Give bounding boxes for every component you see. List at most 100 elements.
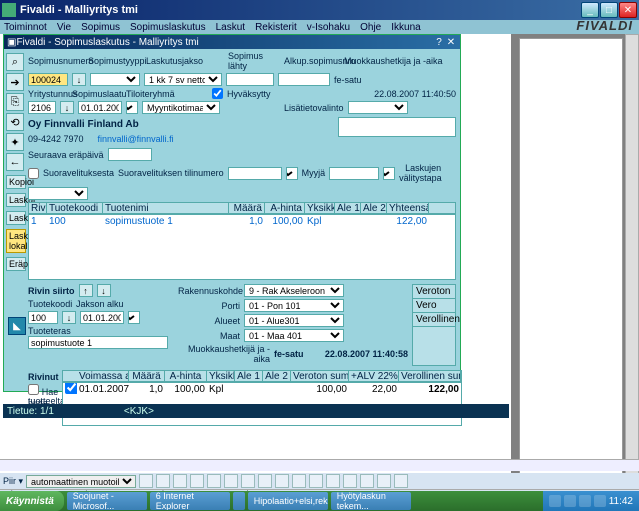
- tax-option[interactable]: Vero: [413, 299, 455, 313]
- memo-textarea[interactable]: [338, 117, 456, 137]
- column-header[interactable]: A-hinta: [265, 203, 305, 214]
- sidebar-tab[interactable]: Eräpvk: [6, 257, 26, 271]
- taskbar-button[interactable]: Hyötylaskun tekem...: [331, 492, 411, 510]
- column-header[interactable]: Veroton summa: [291, 371, 349, 382]
- tray-icon[interactable]: [564, 495, 576, 507]
- contract-sent-input[interactable]: [226, 73, 274, 86]
- font-color-button[interactable]: [309, 474, 323, 488]
- sidebar-tab[interactable]: Kopioi: [6, 175, 26, 189]
- nav-triangle-icon[interactable]: ◣: [8, 317, 26, 335]
- row-checkbox[interactable]: [65, 382, 77, 394]
- column-header[interactable]: Tuotenimi: [103, 203, 229, 214]
- next-due-input[interactable]: [108, 148, 152, 161]
- table-row[interactable]: 1100sopimustuote 11,0100,00Kpl122,00: [29, 215, 455, 227]
- sidebar-tab[interactable]: Laskut: [6, 211, 26, 225]
- period-start-input[interactable]: [80, 311, 124, 324]
- column-header[interactable]: Yhteensä: [387, 203, 429, 214]
- taskbar-button[interactable]: Soojunet - Microsof...: [67, 492, 147, 510]
- line-style-button[interactable]: [326, 474, 340, 488]
- column-header[interactable]: Määrä: [129, 371, 165, 382]
- menu-item[interactable]: Sopimuslaskutus: [130, 22, 206, 33]
- subwindow-close-button[interactable]: ✕: [445, 37, 457, 48]
- contract-number-lookup-button[interactable]: ↓: [72, 73, 86, 86]
- toolbar-icon[interactable]: ✦: [6, 133, 24, 151]
- toolbar-icon[interactable]: ⌕: [6, 53, 24, 71]
- tax-option[interactable]: Veroton: [413, 285, 455, 299]
- column-header[interactable]: Verollinen summa: [399, 371, 461, 382]
- extra-info-select[interactable]: [348, 101, 408, 114]
- product-text-input[interactable]: [28, 336, 168, 349]
- tray-icon[interactable]: [594, 495, 606, 507]
- countries-select[interactable]: 01 - Maa 401: [244, 329, 344, 342]
- taskbar-button[interactable]: 6 Internet Explorer: [150, 492, 230, 510]
- menu-item[interactable]: Ikkuna: [391, 22, 420, 33]
- column-header[interactable]: Voimassa alk.: [77, 371, 129, 382]
- column-header[interactable]: Ale 2: [361, 203, 387, 214]
- contract-kind-select[interactable]: [126, 101, 138, 114]
- column-header[interactable]: Ale 2: [263, 371, 291, 382]
- threed-button[interactable]: [394, 474, 408, 488]
- autoshape-button[interactable]: [139, 474, 153, 488]
- tax-option[interactable]: Verollinen: [413, 313, 455, 327]
- table-row[interactable]: 01.01.20071,0100,00Kpl100,0022,00122,00: [63, 383, 461, 395]
- taskbar-button[interactable]: [233, 492, 245, 510]
- shadow-button[interactable]: [377, 474, 391, 488]
- contract-type-select[interactable]: [90, 73, 140, 86]
- close-button[interactable]: ✕: [619, 2, 637, 18]
- direct-debit-checkbox[interactable]: [28, 168, 39, 179]
- tray-icon[interactable]: [579, 495, 591, 507]
- fetch-price-checkbox[interactable]: [28, 384, 39, 395]
- toolbar-icon[interactable]: ➔: [6, 73, 24, 91]
- column-header[interactable]: Tuotekoodi: [47, 203, 103, 214]
- oval-tool-button[interactable]: [207, 474, 221, 488]
- menu-item[interactable]: Vie: [57, 22, 71, 33]
- portal-select[interactable]: 01 - Pon 101: [244, 299, 344, 312]
- contract-number-input[interactable]: [28, 73, 68, 86]
- product-code-lookup-button[interactable]: ↓: [62, 311, 76, 324]
- taskbar-button[interactable]: Hipolaatio+elsi,rek...: [248, 492, 328, 510]
- toolbar-icon[interactable]: ←: [6, 153, 24, 171]
- menu-item[interactable]: Toiminnot: [4, 22, 47, 33]
- contract-date-input[interactable]: [78, 101, 122, 114]
- line-color-button[interactable]: [292, 474, 306, 488]
- column-header[interactable]: Yksikkö: [207, 371, 235, 382]
- invoice-delivery-select[interactable]: [28, 187, 88, 200]
- company-id-input[interactable]: [28, 101, 56, 114]
- textbox-tool-button[interactable]: [224, 474, 238, 488]
- row-down-button[interactable]: ↓: [97, 284, 111, 297]
- sidebar-tab[interactable]: Laskujen lokalu: [6, 229, 26, 253]
- period-start-select[interactable]: [128, 311, 140, 324]
- maximize-button[interactable]: □: [600, 2, 618, 18]
- fill-color-button[interactable]: [275, 474, 289, 488]
- column-header[interactable]: A-hinta: [165, 371, 207, 382]
- toolbar-icon[interactable]: ⟲: [6, 113, 24, 131]
- style-combo[interactable]: automaattinen muotoil: [26, 475, 136, 488]
- vertical-scrollbar[interactable]: [625, 34, 639, 479]
- tray-icon[interactable]: [549, 495, 561, 507]
- wordart-button[interactable]: [241, 474, 255, 488]
- start-button[interactable]: Käynnistä: [0, 491, 64, 511]
- product-code-input[interactable]: [28, 311, 58, 324]
- areas-select[interactable]: 01 - Alue301: [244, 314, 344, 327]
- billing-period-select[interactable]: 1 kk 7 sv netto: [144, 73, 222, 86]
- direct-debit-account-select[interactable]: [286, 167, 298, 180]
- sidebar-tab[interactable]: Laskut: [6, 193, 26, 207]
- salesperson-select[interactable]: [383, 167, 395, 180]
- minimize-button[interactable]: _: [581, 2, 599, 18]
- line-tool-button[interactable]: [156, 474, 170, 488]
- arrow-style-button[interactable]: [360, 474, 374, 488]
- column-header[interactable]: +ALV 22%: [349, 371, 399, 382]
- menu-item[interactable]: Ohje: [360, 22, 381, 33]
- dash-style-button[interactable]: [343, 474, 357, 488]
- clipart-button[interactable]: [258, 474, 272, 488]
- orig-contract-input[interactable]: [278, 73, 330, 86]
- menu-item[interactable]: Sopimus: [81, 22, 120, 33]
- arrow-tool-button[interactable]: [173, 474, 187, 488]
- salesperson-input[interactable]: [329, 167, 379, 180]
- product-grid[interactable]: 1100sopimustuote 11,0100,00Kpl122,00: [28, 214, 456, 280]
- toolbar-icon[interactable]: ⎘: [6, 93, 24, 111]
- menu-item[interactable]: Laskut: [216, 22, 245, 33]
- rect-tool-button[interactable]: [190, 474, 204, 488]
- row-up-button[interactable]: ↑: [79, 284, 93, 297]
- company-id-lookup-button[interactable]: ↓: [60, 101, 74, 114]
